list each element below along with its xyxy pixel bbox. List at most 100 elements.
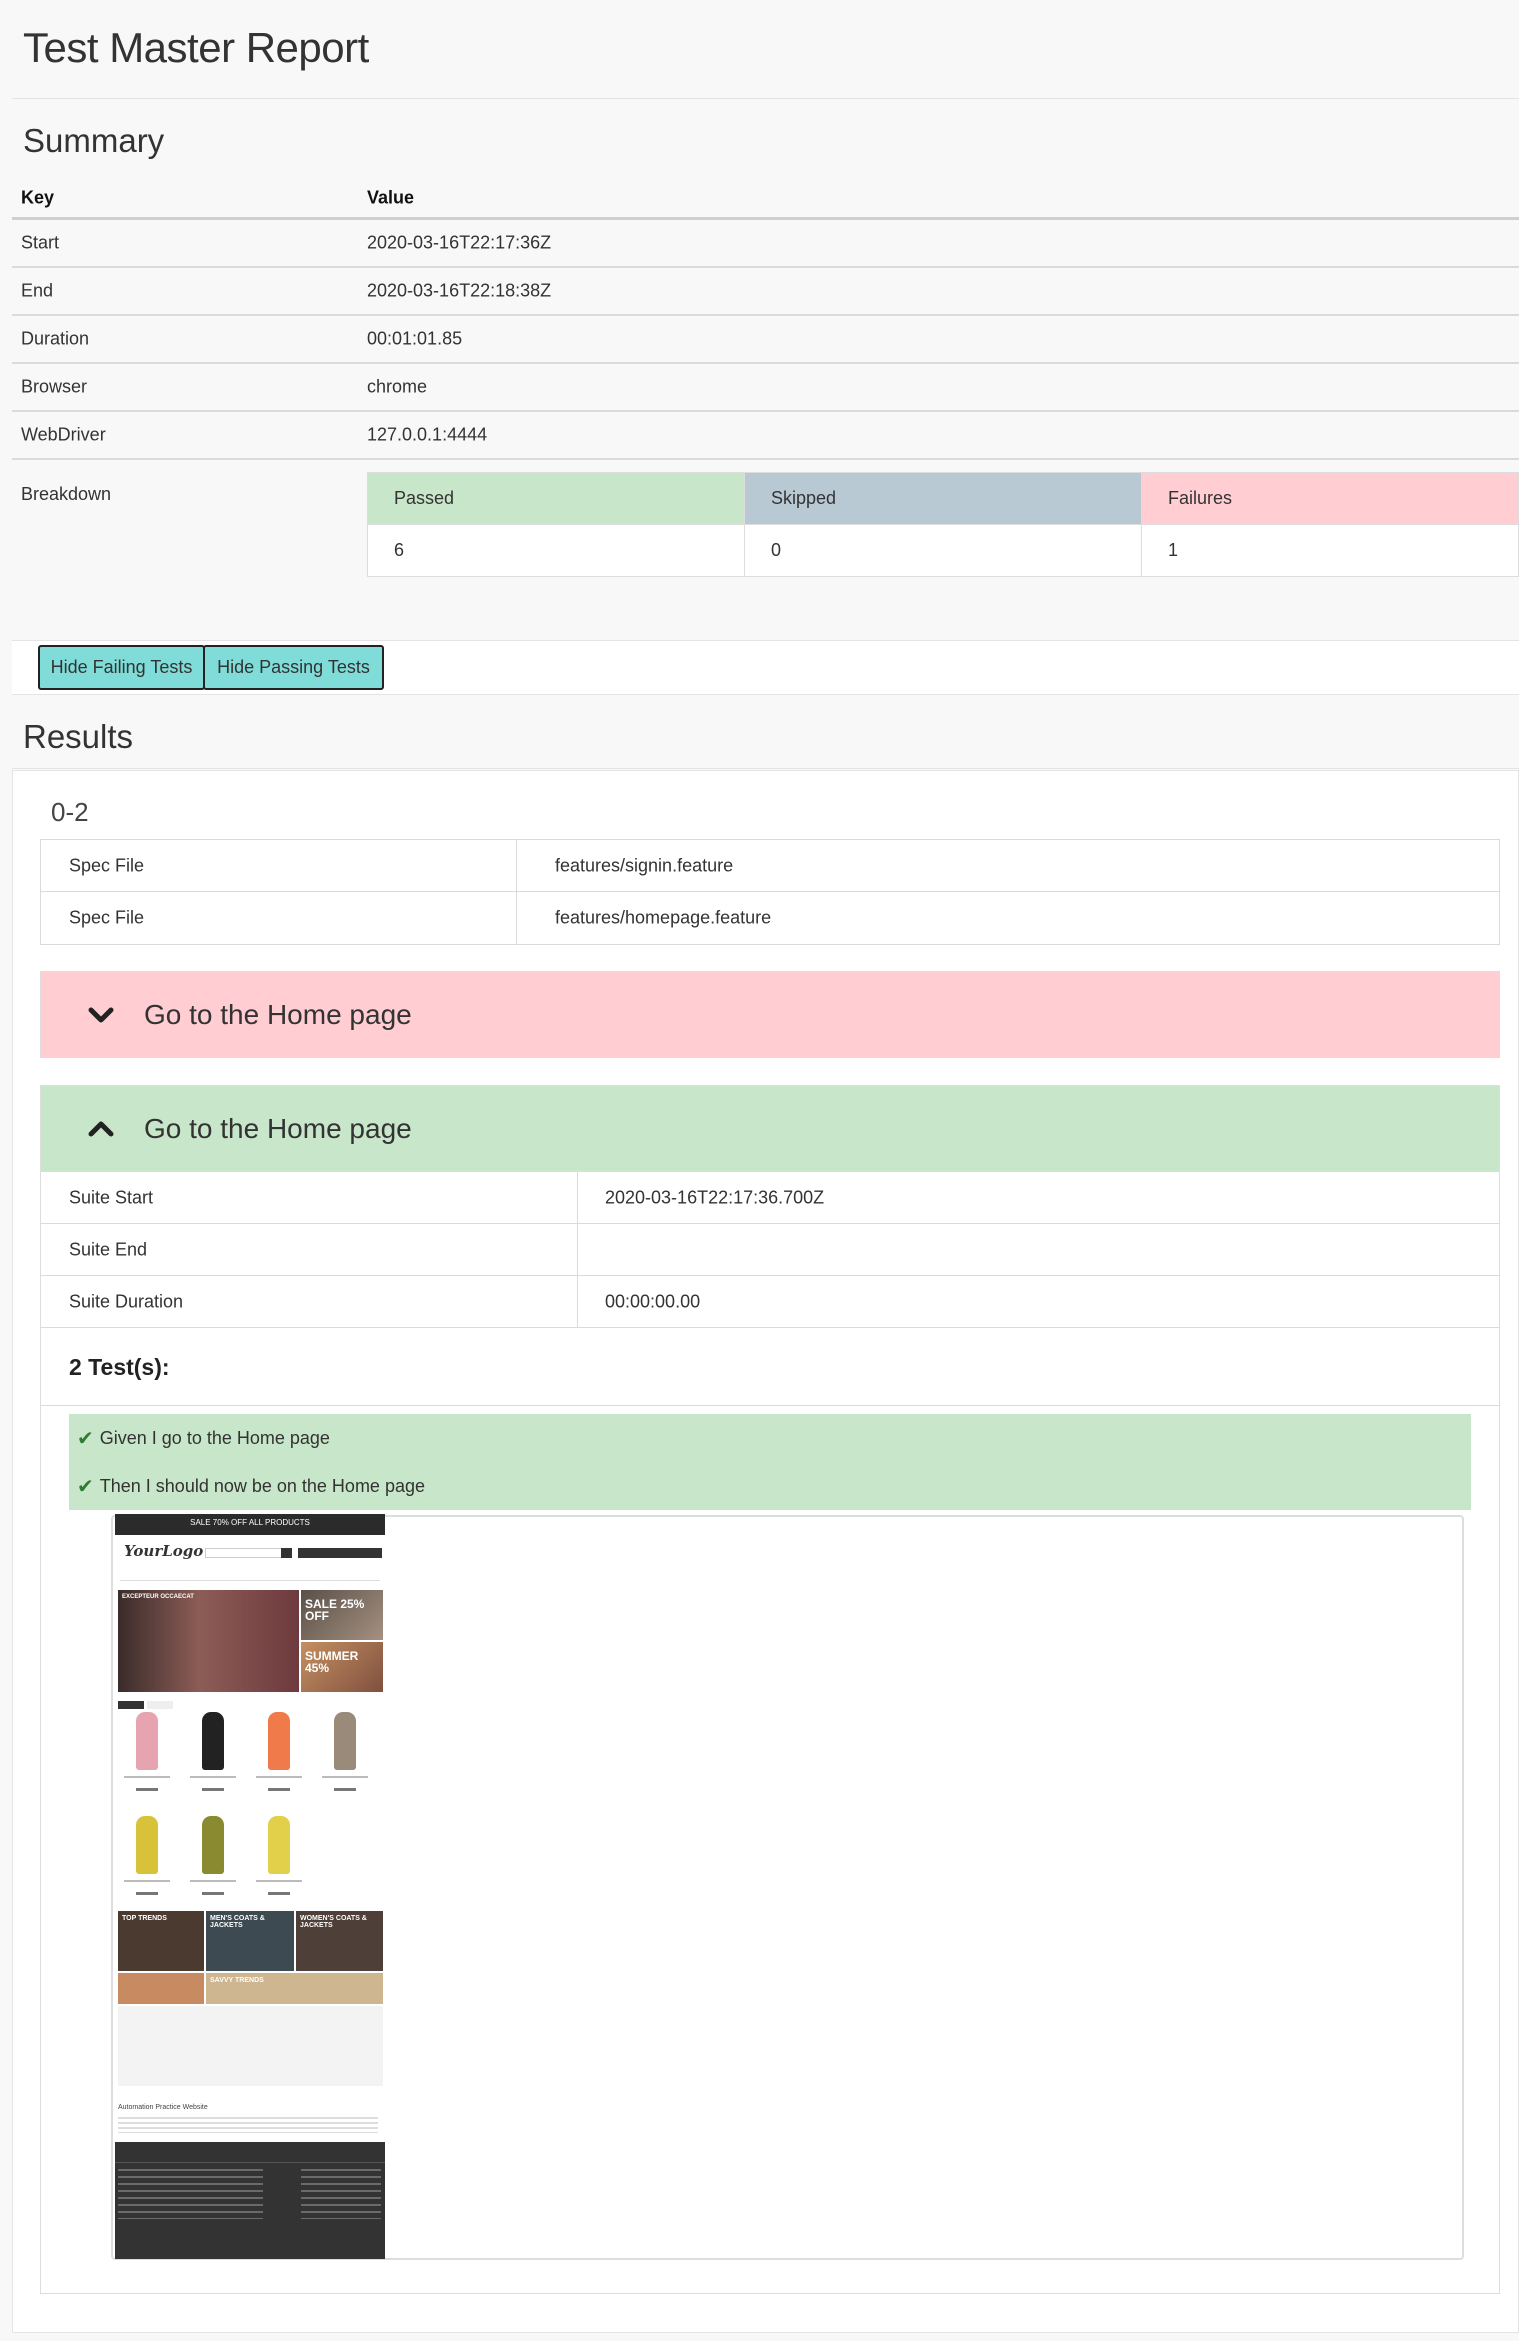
screenshot-cart: [298, 1548, 382, 1558]
screenshot-footer: [115, 2142, 385, 2259]
summary-row-start: Start 2020-03-16T22:17:36Z: [12, 220, 1519, 268]
column-divider: [516, 840, 517, 891]
page-title: Test Master Report: [23, 24, 369, 71]
suite-info-key: Suite End: [69, 1239, 148, 1259]
screenshot-promo: SALE 25% OFF: [301, 1590, 383, 1640]
breakdown-values-row: 6 0 1: [367, 524, 1519, 577]
summary-value: 2020-03-16T22:17:36Z: [367, 232, 552, 253]
screenshot-hero-text: EXCEPTEUR OCCAECAT: [122, 1594, 194, 1600]
summary-row-browser: Browser chrome: [12, 364, 1519, 412]
screenshot-logo: YourLogo: [124, 1542, 204, 1560]
suite-start-row: Suite Start 2020-03-16T22:17:36.700Z: [41, 1172, 1499, 1224]
suite-header-passed[interactable]: Go to the Home page: [40, 1085, 1500, 1172]
test-step-passed: ✔ Given I go to the Home page: [69, 1414, 1471, 1462]
spec-file-key: Spec File: [69, 855, 145, 875]
screenshot-banner: SALE 70% OFF ALL PRODUCTS: [115, 1514, 385, 1535]
screenshot-tabs: [118, 1696, 198, 1709]
hide-passing-tests-button[interactable]: Hide Passing Tests: [203, 645, 384, 690]
column-divider: [577, 1276, 578, 1327]
spec-file-key: Spec File: [69, 907, 145, 928]
summary-row-breakdown: Breakdown Passed Skipped Failures 6 0 1: [12, 460, 1519, 584]
failures-header: Failures: [1141, 472, 1519, 525]
group-title: 0-2: [51, 797, 89, 827]
summary-key: Start: [21, 232, 60, 253]
skipped-header: Skipped: [744, 472, 1142, 525]
checkmark-icon: ✔: [77, 1427, 94, 1450]
suite-info-key: Suite Start: [69, 1187, 154, 1207]
screenshot-promo-text: SUMMER 45%: [305, 1649, 359, 1675]
screenshot-product: [250, 1812, 308, 1902]
screenshot-search-button: [281, 1548, 292, 1558]
results-panel: 0-2 Spec File features/signin.feature Sp…: [12, 770, 1519, 2333]
breakdown-header-row: Passed Skipped Failures: [367, 472, 1519, 525]
suite-info-key: Suite Duration: [69, 1291, 184, 1311]
suite-title: Go to the Home page: [144, 1112, 412, 1144]
summary-row-webdriver: WebDriver 127.0.0.1:4444: [12, 412, 1519, 460]
suite-info-value: 2020-03-16T22:17:36.700Z: [605, 1187, 825, 1207]
screenshot-tile: SAVVY TRENDS: [206, 1973, 383, 2004]
screenshot-product: [250, 1708, 308, 1798]
screenshot-hero: EXCEPTEUR OCCAECAT: [118, 1590, 299, 1692]
skipped-count: 0: [744, 524, 1142, 577]
screenshot-tile: WOMEN'S COATS & JACKETS: [296, 1911, 383, 1971]
summary-key: Breakdown: [21, 484, 112, 504]
screenshot-search: [205, 1548, 291, 1558]
screenshot-about-text: [118, 2117, 378, 2133]
screenshot-menu: [120, 1569, 380, 1581]
summary-key: Duration: [21, 328, 90, 349]
suite-info-table: Suite Start 2020-03-16T22:17:36.700Z Sui…: [41, 1172, 1499, 1406]
summary-key: WebDriver: [21, 424, 106, 445]
screenshot-promo-text: SALE 25% OFF: [305, 1597, 365, 1623]
spec-file-value: features/homepage.feature: [555, 907, 772, 928]
hide-failing-tests-button[interactable]: Hide Failing Tests: [38, 645, 205, 690]
spec-files-table: Spec File features/signin.feature Spec F…: [40, 839, 1500, 945]
checkmark-icon: ✔: [77, 1475, 94, 1498]
screenshot-product: [118, 1812, 176, 1902]
screenshot-about: Automation Practice Website: [118, 2104, 208, 2111]
passed-count: 6: [367, 524, 745, 577]
suite-duration-row: Suite Duration 00:00:00.00: [41, 1276, 1499, 1328]
summary-key: Browser: [21, 376, 88, 397]
summary-value: 127.0.0.1:4444: [367, 424, 488, 445]
summary-value: 2020-03-16T22:18:38Z: [367, 280, 552, 301]
chevron-down-icon[interactable]: [87, 1003, 115, 1027]
screenshot-frame: SALE 70% OFF ALL PRODUCTS YourLogo EXCEP…: [111, 1514, 1464, 2260]
column-divider: [577, 1224, 578, 1275]
step-text: Then I should now be on the Home page: [99, 1475, 425, 1496]
summary-key-header: Key: [21, 187, 55, 207]
column-divider: [577, 1172, 578, 1223]
filter-toolbar: Hide Failing Tests Hide Passing Tests: [12, 640, 1519, 695]
test-step-passed: ✔ Then I should now be on the Home page: [69, 1462, 1471, 1510]
suite-title: Go to the Home page: [144, 998, 412, 1030]
suite-header-failed[interactable]: Go to the Home page: [40, 971, 1500, 1058]
screenshot-tile: MEN'S COATS & JACKETS: [206, 1911, 294, 1971]
divider: [12, 768, 1519, 769]
summary-key: End: [21, 280, 54, 301]
chevron-up-icon[interactable]: [87, 1117, 115, 1141]
screenshot-product: [316, 1708, 374, 1798]
spec-file-value: features/signin.feature: [555, 855, 734, 875]
summary-heading: Summary: [23, 122, 165, 159]
test-steps-list: ✔ Given I go to the Home page ✔ Then I s…: [69, 1414, 1471, 1510]
step-text: Given I go to the Home page: [99, 1427, 330, 1448]
screenshot-contact: [118, 2006, 383, 2086]
suite-body: Suite Start 2020-03-16T22:17:36.700Z Sui…: [40, 1172, 1500, 2294]
divider: [12, 98, 1519, 99]
results-heading: Results: [23, 718, 134, 755]
summary-row-duration: Duration 00:01:01.85: [12, 316, 1519, 364]
page-screenshot: SALE 70% OFF ALL PRODUCTS YourLogo EXCEP…: [115, 1514, 385, 2259]
tests-count: 2 Test(s):: [41, 1328, 1499, 1406]
suite-info-value: 00:00:00.00: [605, 1291, 701, 1311]
screenshot-promo: SUMMER 45%: [301, 1642, 383, 1692]
screenshot-tile: [118, 1973, 204, 2004]
passed-header: Passed: [367, 472, 745, 525]
summary-value: chrome: [367, 376, 428, 397]
screenshot-product: [184, 1708, 242, 1798]
screenshot-tile: TOP TRENDS: [118, 1911, 204, 1971]
spec-file-row: Spec File features/homepage.feature: [41, 892, 1499, 944]
spec-file-row: Spec File features/signin.feature: [41, 840, 1499, 892]
breakdown-table: Passed Skipped Failures 6 0 1: [367, 472, 1519, 577]
failures-count: 1: [1141, 524, 1519, 577]
summary-row-end: End 2020-03-16T22:18:38Z: [12, 268, 1519, 316]
screenshot-product: [184, 1812, 242, 1902]
